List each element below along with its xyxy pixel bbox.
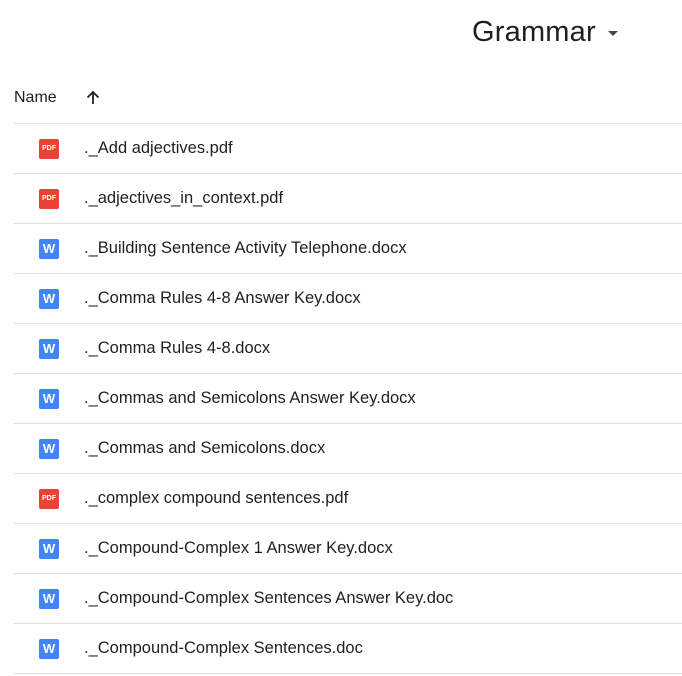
- file-row[interactable]: PDF ._Add adjectives.pdf: [14, 123, 682, 173]
- arrow-up-icon[interactable]: [83, 88, 103, 108]
- file-name: ._adjectives_in_context.pdf: [84, 189, 284, 207]
- word-doc-icon: W: [39, 538, 59, 559]
- caret-down-icon: [607, 30, 618, 36]
- pdf-file-icon: PDF: [39, 188, 59, 209]
- word-doc-icon: W: [39, 238, 59, 259]
- file-name: ._Compound-Complex Sentences.doc: [84, 639, 363, 657]
- file-row[interactable]: W ._Comma Rules 4-8 Answer Key.docx: [14, 273, 682, 323]
- file-name: ._Building Sentence Activity Telephone.d…: [84, 239, 407, 257]
- file-name: ._Commas and Semicolons.docx: [84, 439, 326, 457]
- word-doc-icon: W: [39, 288, 59, 309]
- file-list-header: Name: [14, 80, 682, 116]
- file-name: ._Add adjectives.pdf: [84, 139, 233, 157]
- file-row[interactable]: W ._Comma Rules 4-8.docx: [14, 323, 682, 373]
- file-name: ._Comma Rules 4-8 Answer Key.docx: [84, 289, 361, 307]
- file-row[interactable]: W ._Building Sentence Activity Telephone.…: [14, 223, 682, 273]
- file-name: ._Comma Rules 4-8.docx: [84, 339, 271, 357]
- file-name: ._Compound-Complex 1 Answer Key.docx: [84, 539, 393, 557]
- file-row[interactable]: W ._Compound-Complex Sentences.doc: [14, 623, 682, 674]
- file-name: ._complex compound sentences.pdf: [84, 489, 349, 507]
- folder-title-dropdown[interactable]: Grammar: [472, 12, 618, 52]
- file-row[interactable]: W ._Compound-Complex 1 Answer Key.docx: [14, 523, 682, 573]
- file-name: ._Compound-Complex Sentences Answer Key.…: [84, 589, 454, 607]
- file-row[interactable]: W ._Commas and Semicolons Answer Key.docx: [14, 373, 682, 423]
- pdf-file-icon: PDF: [39, 488, 59, 509]
- file-row[interactable]: W ._Commas and Semicolons.docx: [14, 423, 682, 473]
- file-row[interactable]: W ._Compound-Complex Sentences Answer Key…: [14, 573, 682, 623]
- pdf-file-icon: PDF: [39, 138, 59, 159]
- file-row[interactable]: PDF ._adjectives_in_context.pdf: [14, 173, 682, 223]
- word-doc-icon: W: [39, 638, 59, 659]
- file-row[interactable]: PDF ._complex compound sentences.pdf: [14, 473, 682, 523]
- drive-folder-view: Grammar Name PDF ._Add adjectives.pdf PDF.…: [0, 0, 682, 676]
- word-doc-icon: W: [39, 438, 59, 459]
- word-doc-icon: W: [39, 588, 59, 609]
- folder-title: Grammar: [472, 15, 596, 48]
- name-column-header[interactable]: Name: [14, 89, 57, 107]
- file-name: ._Commas and Semicolons Answer Key.docx: [84, 389, 416, 407]
- word-doc-icon: W: [39, 338, 59, 359]
- word-doc-icon: W: [39, 388, 59, 409]
- file-list: PDF ._Add adjectives.pdf PDF ._adjectives_i…: [14, 123, 682, 674]
